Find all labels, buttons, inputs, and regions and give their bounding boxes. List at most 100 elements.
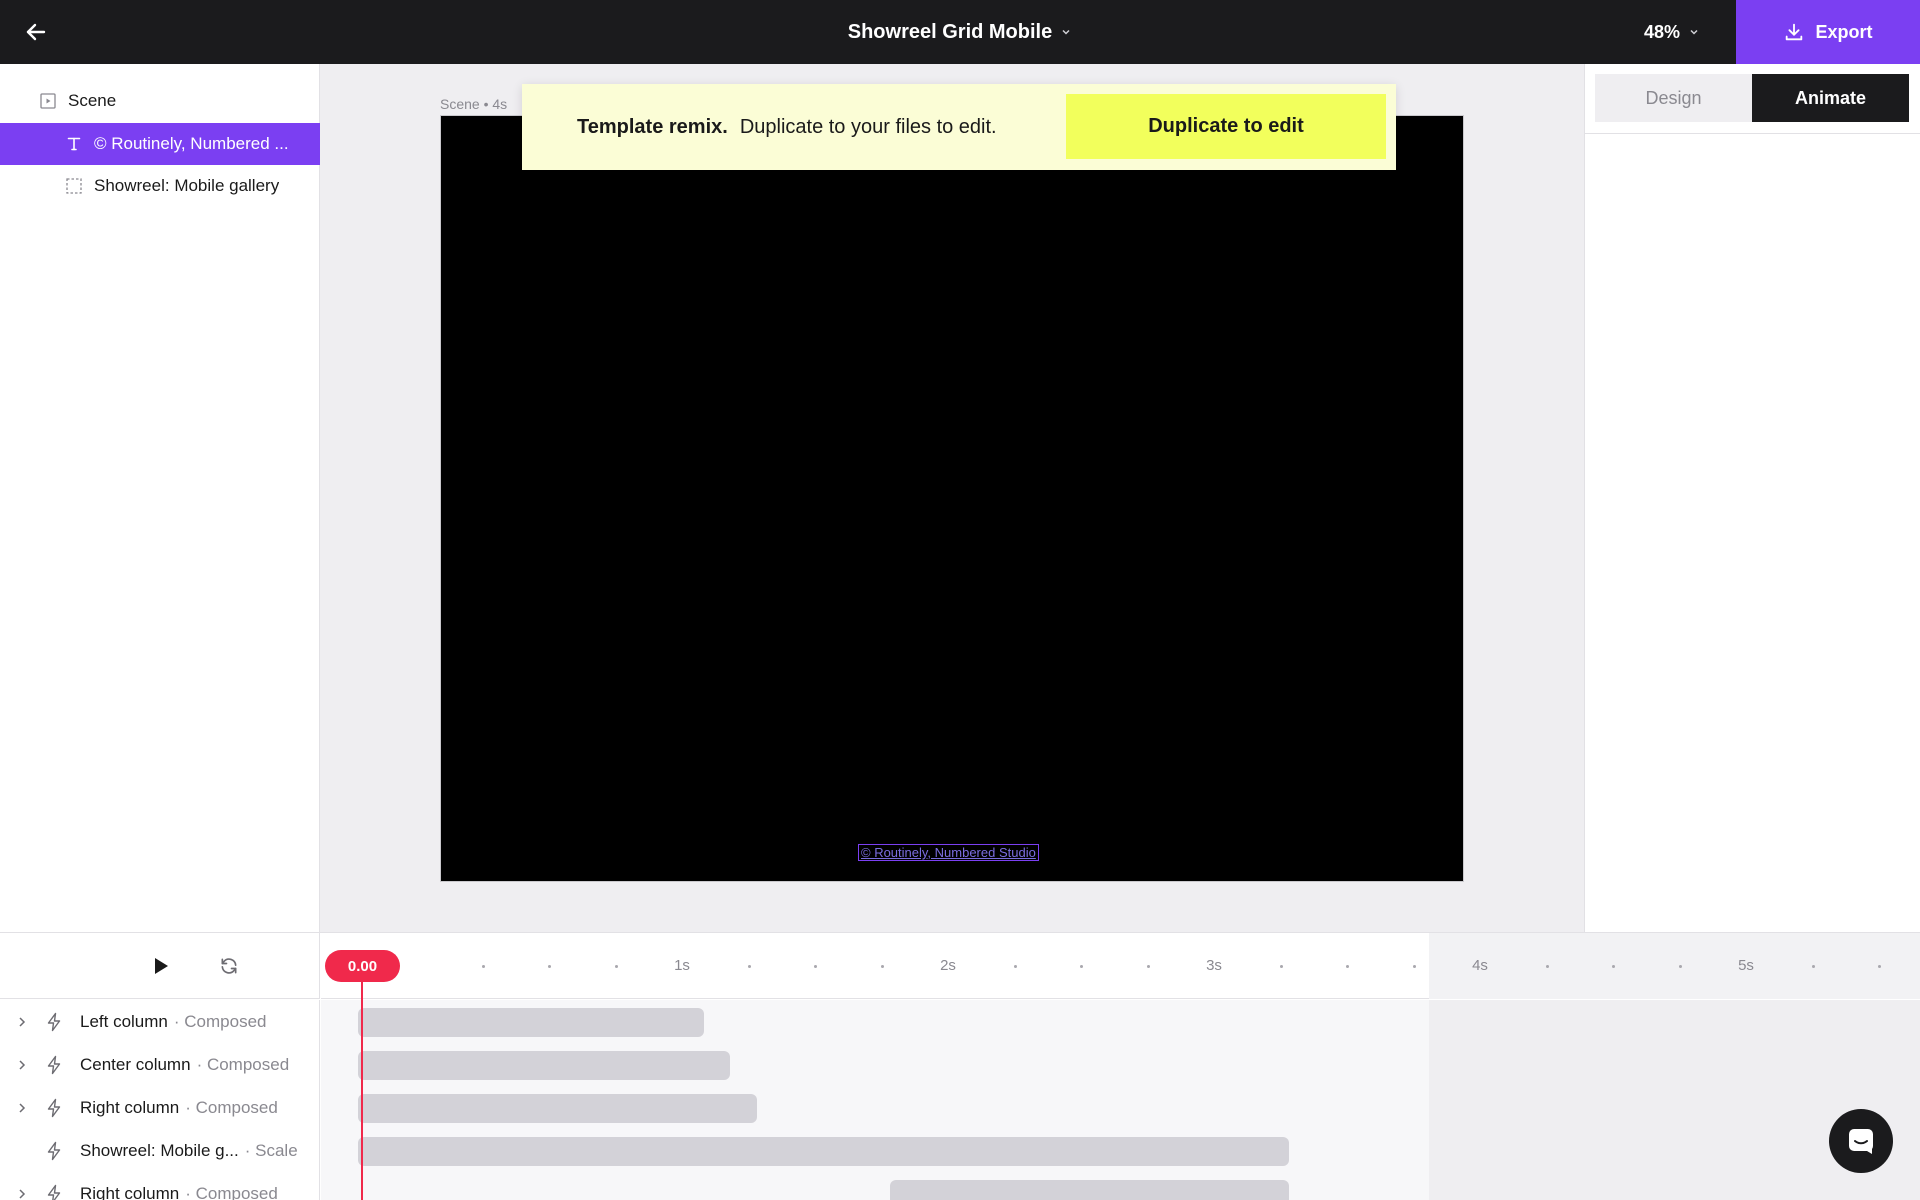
animation-bar[interactable] [358, 1137, 1289, 1166]
play-button[interactable] [148, 953, 174, 979]
chevron-right-icon[interactable] [12, 1188, 32, 1200]
chevron-down-icon [1690, 29, 1698, 35]
chevron-right-icon[interactable] [12, 1102, 32, 1114]
animation-bar[interactable] [358, 1094, 757, 1123]
canvas-area[interactable]: Scene • 4s © Routinely, Numbered Studio … [321, 64, 1583, 932]
timeline-row[interactable]: Left column · Composed [0, 1001, 320, 1043]
ruler-second-label: 3s [1206, 957, 1222, 974]
ruler-tick [481, 965, 485, 968]
tab-animate[interactable]: Animate [1752, 74, 1909, 122]
ruler-tick [548, 965, 551, 968]
loop-button[interactable] [216, 953, 242, 979]
ruler-tick [614, 965, 618, 968]
tab-design[interactable]: Design [1595, 74, 1752, 122]
ruler-second-label: 5s [1738, 957, 1754, 974]
timeline-row-name: Left column [80, 1012, 168, 1031]
ruler-tick [1146, 965, 1150, 968]
ruler-tick [1612, 965, 1615, 968]
ruler-tick [1013, 965, 1017, 968]
lightning-icon [44, 1055, 64, 1075]
timeline-row-kind: · Composed [173, 1012, 267, 1031]
ruler-tick [1080, 965, 1083, 968]
lightning-icon [44, 1141, 64, 1161]
ruler-tick [814, 965, 817, 968]
frame-icon [64, 176, 84, 196]
template-remix-banner: Template remix. Duplicate to your files … [522, 84, 1396, 170]
panel-tabs: Design Animate [1595, 74, 1909, 122]
arrow-left-icon [26, 23, 46, 41]
ruler-second-label: 4s [1472, 957, 1488, 974]
ruler-tick [1878, 965, 1881, 968]
banner-title: Template remix. [577, 115, 728, 138]
artboard[interactable]: © Routinely, Numbered Studio [440, 115, 1464, 882]
ruler-second-label: 2s [940, 957, 956, 974]
banner-message: Template remix. Duplicate to your files … [577, 116, 997, 139]
export-label: Export [1815, 21, 1873, 42]
playback-controls [0, 933, 320, 999]
back-button[interactable] [18, 14, 54, 50]
playhead-time[interactable]: 0.00 [325, 950, 400, 982]
timeline-row-kind: · Scale [244, 1141, 298, 1160]
timeline-row-kind: · Composed [185, 1184, 278, 1200]
animation-bar[interactable] [358, 1051, 731, 1080]
document-title-button[interactable]: Showreel Grid Mobile [848, 21, 1072, 44]
timeline-panel: 1s 2s 3s 4s 5s 0.00 Left column · Composed Cen… [0, 932, 1920, 1200]
tracks-out-of-range [1429, 1000, 1920, 1200]
ruler-tick [1346, 965, 1349, 968]
chat-icon [1849, 1129, 1873, 1154]
layer-item-label: Showreel: Mobile gallery [94, 176, 280, 195]
layer-item-label: © Routinely, Numbered ... [94, 134, 289, 153]
loop-icon [221, 958, 237, 974]
export-button[interactable]: Export [1736, 0, 1920, 64]
download-icon [1786, 23, 1803, 41]
play-icon [155, 958, 168, 974]
animation-bar[interactable] [358, 1008, 704, 1037]
zoom-value: 48% [1643, 21, 1680, 42]
document-title: Showreel Grid Mobile [847, 20, 1053, 43]
timeline-row-kind: · Composed [185, 1098, 278, 1117]
timeline-row-name: Center column [80, 1055, 191, 1074]
animation-bar[interactable] [890, 1180, 1289, 1200]
ruler-tick [880, 965, 884, 968]
timeline-ruler[interactable]: 1s 2s 3s 4s 5s [321, 933, 1920, 999]
timeline-row-name: Showreel: Mobile g... [80, 1141, 239, 1160]
zoom-dropdown[interactable]: 48% [1644, 0, 1700, 64]
document-title-area: Showreel Grid Mobile [0, 0, 1920, 64]
timeline-row[interactable]: Right column · Composed [0, 1173, 320, 1200]
scene-label: Scene • 4s [440, 96, 508, 112]
chevron-right-icon[interactable] [12, 1016, 32, 1028]
timeline-tracks [321, 1000, 1920, 1200]
scene-icon [38, 91, 58, 111]
ruler-second-label: 1s [674, 957, 690, 974]
banner-description: Duplicate to your files to edit. [739, 115, 997, 138]
ruler-tick [747, 965, 751, 968]
chat-support-button[interactable] [1829, 1109, 1893, 1173]
layers-panel: Scene © Routinely, Numbered ... Showreel… [0, 64, 320, 932]
ruler-tick [1279, 965, 1283, 968]
chevron-right-icon[interactable] [12, 1059, 32, 1071]
timeline-row-name: Right column [80, 1098, 180, 1117]
layer-item-credit-text[interactable]: © Routinely, Numbered ... [0, 123, 320, 165]
chevron-down-icon [1062, 29, 1070, 35]
timeline-row-kind: · Composed [196, 1055, 290, 1074]
ruler-tick [1678, 965, 1682, 968]
layer-item-showreel-gallery[interactable]: Showreel: Mobile gallery [0, 165, 320, 207]
credit-text-layer[interactable]: © Routinely, Numbered Studio [858, 844, 1039, 861]
divider [1585, 133, 1920, 134]
timeline-row[interactable]: Showreel: Mobile g... · Scale [0, 1130, 320, 1172]
timeline-layer-list: Left column · Composed Center column · Comp… [0, 1000, 320, 1200]
lightning-icon [44, 1012, 64, 1032]
timeline-row[interactable]: Right column · Composed [0, 1087, 320, 1129]
duplicate-to-edit-button[interactable]: Duplicate to edit [1066, 94, 1386, 159]
properties-panel: Design Animate [1584, 64, 1920, 932]
text-icon [64, 134, 84, 154]
ruler-tick [1811, 965, 1815, 968]
ruler-out-of-range [1429, 933, 1920, 999]
playhead-line[interactable] [361, 982, 363, 1200]
timeline-row-name: Right column [80, 1184, 180, 1200]
lightning-icon [44, 1184, 64, 1200]
layer-item-scene[interactable]: Scene [0, 80, 320, 122]
timeline-row[interactable]: Center column · Composed [0, 1044, 320, 1086]
layer-item-label: Scene [68, 91, 117, 110]
ruler-tick [1545, 965, 1549, 968]
